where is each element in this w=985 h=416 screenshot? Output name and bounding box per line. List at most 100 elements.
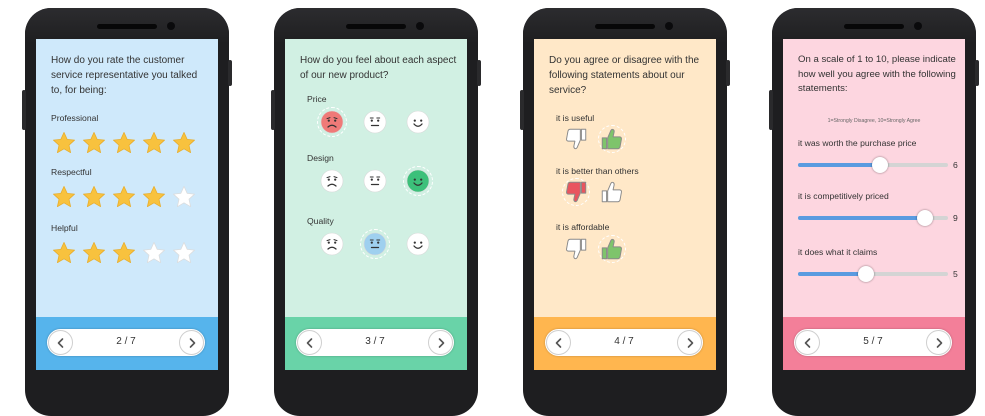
volume-button bbox=[769, 90, 773, 130]
slider-handle[interactable] bbox=[857, 266, 874, 282]
statement-label-worth: it was worth the purchase price bbox=[798, 138, 917, 148]
sad-face-icon bbox=[320, 232, 344, 256]
star-icon[interactable] bbox=[81, 184, 107, 210]
slider-claims[interactable] bbox=[798, 266, 948, 282]
slider-worth[interactable] bbox=[798, 157, 948, 173]
star-icon[interactable] bbox=[51, 130, 77, 156]
slider-handle[interactable] bbox=[917, 210, 934, 226]
disagree-option[interactable] bbox=[562, 178, 590, 206]
star-icon[interactable] bbox=[141, 130, 167, 156]
next-button[interactable] bbox=[677, 330, 702, 355]
statement-label-competitive: it is competitively priced bbox=[798, 191, 889, 201]
face-rating-design bbox=[317, 166, 433, 196]
rating-label-professional: Professional bbox=[51, 113, 99, 123]
star-icon[interactable] bbox=[51, 184, 77, 210]
thumbs-up-icon bbox=[601, 238, 622, 260]
page-indicator: 4 / 7 bbox=[614, 336, 634, 347]
previous-button[interactable] bbox=[48, 330, 73, 355]
statement-label-claims: it does what it claims bbox=[798, 247, 878, 257]
chevron-left-icon bbox=[306, 337, 312, 348]
question-panel: Do you agree or disagree with the follow… bbox=[534, 39, 716, 317]
face-option-happy[interactable] bbox=[403, 229, 433, 259]
face-option-sad[interactable] bbox=[317, 107, 347, 137]
next-button[interactable] bbox=[428, 330, 453, 355]
rating-label-respectful: Respectful bbox=[51, 167, 92, 177]
star-icon[interactable] bbox=[51, 240, 77, 266]
agree-toggle-affordable bbox=[562, 235, 626, 263]
face-option-happy[interactable] bbox=[403, 166, 433, 196]
previous-button[interactable] bbox=[795, 330, 820, 355]
navigation-footer: 2 / 7 bbox=[36, 317, 218, 370]
question-panel: How do you feel about each aspect of our… bbox=[285, 39, 467, 317]
aspect-label-quality: Quality bbox=[307, 216, 334, 226]
next-button[interactable] bbox=[179, 330, 204, 355]
rating-label-helpful: Helpful bbox=[51, 223, 78, 233]
chevron-right-icon bbox=[936, 337, 942, 348]
star-rating-helpful[interactable] bbox=[51, 240, 197, 266]
aspect-label-price: Price bbox=[307, 94, 327, 104]
star-icon[interactable] bbox=[171, 240, 197, 266]
page-indicator: 2 / 7 bbox=[116, 336, 136, 347]
face-option-sad[interactable] bbox=[317, 166, 347, 196]
speaker-grille bbox=[595, 24, 655, 29]
previous-button[interactable] bbox=[297, 330, 322, 355]
aspect-label-design: Design bbox=[307, 153, 334, 163]
front-camera bbox=[914, 22, 922, 30]
star-icon[interactable] bbox=[111, 240, 137, 266]
face-option-happy[interactable] bbox=[403, 107, 433, 137]
survey-screen-scale: On a scale of 1 to 10, please indicate h… bbox=[783, 39, 965, 370]
slider-fill bbox=[798, 272, 866, 276]
star-rating-professional[interactable] bbox=[51, 130, 197, 156]
star-icon[interactable] bbox=[171, 184, 197, 210]
front-camera bbox=[665, 22, 673, 30]
neutral-face-icon bbox=[363, 110, 387, 134]
agree-option[interactable] bbox=[598, 125, 626, 153]
previous-button[interactable] bbox=[546, 330, 571, 355]
thumbs-up-icon bbox=[601, 181, 622, 203]
happy-face-icon bbox=[406, 110, 430, 134]
page-indicator: 3 / 7 bbox=[365, 336, 385, 347]
face-option-neutral[interactable] bbox=[360, 229, 390, 259]
agree-toggle-useful bbox=[562, 125, 626, 153]
statement-label-affordable: it is affordable bbox=[556, 222, 610, 232]
statement-label-better: it is better than others bbox=[556, 166, 639, 176]
navigation-footer: 5 / 7 bbox=[783, 317, 965, 370]
star-icon[interactable] bbox=[111, 184, 137, 210]
star-icon[interactable] bbox=[141, 184, 167, 210]
slider-value-competitive: 9 bbox=[953, 213, 958, 223]
sad-face-icon bbox=[320, 110, 344, 134]
navigation-footer: 3 / 7 bbox=[285, 317, 467, 370]
face-option-sad[interactable] bbox=[317, 229, 347, 259]
slider-competitive[interactable] bbox=[798, 210, 948, 226]
next-button[interactable] bbox=[926, 330, 951, 355]
thumbs-down-icon bbox=[566, 238, 587, 260]
slider-handle[interactable] bbox=[872, 157, 889, 173]
agree-option[interactable] bbox=[598, 178, 626, 206]
agree-option[interactable] bbox=[598, 235, 626, 263]
disagree-option[interactable] bbox=[562, 235, 590, 263]
star-icon[interactable] bbox=[81, 240, 107, 266]
power-button bbox=[726, 60, 730, 86]
face-rating-price bbox=[317, 107, 433, 137]
face-option-neutral[interactable] bbox=[360, 107, 390, 137]
question-text: Do you agree or disagree with the follow… bbox=[549, 55, 700, 96]
face-option-neutral[interactable] bbox=[360, 166, 390, 196]
star-icon[interactable] bbox=[141, 240, 167, 266]
power-button bbox=[975, 60, 979, 86]
pager: 4 / 7 bbox=[545, 329, 703, 356]
speaker-grille bbox=[346, 24, 406, 29]
star-rating-respectful[interactable] bbox=[51, 184, 197, 210]
star-icon[interactable] bbox=[81, 130, 107, 156]
chevron-right-icon bbox=[189, 337, 195, 348]
volume-button bbox=[22, 90, 26, 130]
survey-screen-rating: How do you rate the customer service rep… bbox=[36, 39, 218, 370]
question-panel: On a scale of 1 to 10, please indicate h… bbox=[783, 39, 965, 317]
slider-value-worth: 6 bbox=[953, 160, 958, 170]
question-text: On a scale of 1 to 10, please indicate h… bbox=[798, 54, 956, 94]
phone-2: How do you feel about each aspect of our… bbox=[271, 8, 481, 416]
star-icon[interactable] bbox=[111, 130, 137, 156]
star-icon[interactable] bbox=[171, 130, 197, 156]
disagree-option[interactable] bbox=[562, 125, 590, 153]
thumbs-up-icon bbox=[601, 128, 622, 150]
happy-face-icon bbox=[406, 169, 430, 193]
